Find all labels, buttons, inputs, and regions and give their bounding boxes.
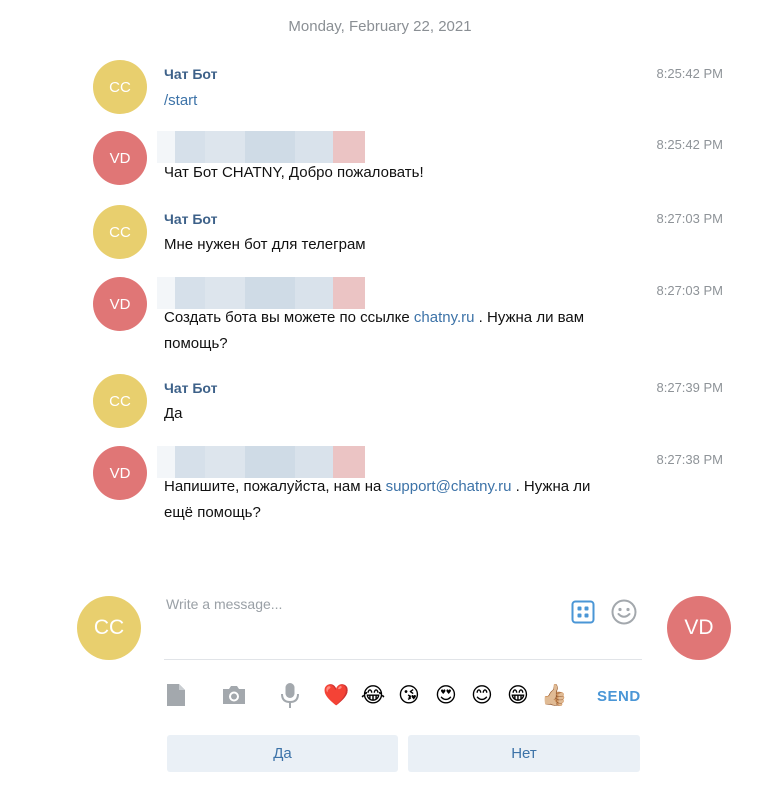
message-text: Мне нужен бот для телеграм: [164, 236, 366, 253]
message-text-part: . Нужна ли: [511, 478, 591, 495]
emoji-tears-of-joy-icon[interactable]: 😂: [360, 682, 386, 708]
message-input[interactable]: [166, 596, 546, 612]
emoji-heart-eyes-icon[interactable]: 😍: [433, 682, 459, 708]
message-time: 8:25:42 PM: [656, 66, 724, 81]
composer-bot-avatar: CC: [77, 596, 141, 660]
message-text: Напишите, пожалуйста, нам на support@cha…: [164, 474, 590, 526]
message-text-part: ещё помощь?: [164, 504, 261, 521]
file-icon: [167, 684, 185, 706]
quick-reply-button[interactable]: Да: [167, 735, 398, 772]
message-link[interactable]: chatny.ru: [414, 309, 475, 326]
message-text: Чат Бот CHATNY, Добро пожаловать!: [164, 164, 424, 181]
avatar: VD: [93, 131, 147, 185]
message-input-area: [164, 592, 642, 660]
microphone-icon: [281, 683, 299, 708]
sender-name[interactable]: Чат Бот: [164, 66, 218, 82]
message-text: /start: [164, 88, 197, 114]
composer-user-avatar: VD: [667, 596, 731, 660]
quick-reply-button[interactable]: Нет: [408, 735, 640, 772]
emoji-heart-icon[interactable]: ❤️: [323, 682, 349, 708]
message-text-part: помощь?: [164, 335, 228, 352]
emoji-thumbs-up-icon[interactable]: 👍🏼: [541, 682, 567, 708]
avatar: CC: [93, 374, 147, 428]
message-time: 8:27:39 PM: [656, 380, 724, 395]
emoji-smiling-icon[interactable]: 😊: [469, 682, 495, 708]
message-time: 8:27:03 PM: [656, 211, 724, 226]
sender-name[interactable]: Чат Бот: [164, 211, 218, 227]
email-link[interactable]: support@chatny.ru: [386, 478, 512, 495]
smiley-icon: [611, 599, 637, 625]
blurred-sender-name: [157, 131, 365, 163]
send-button[interactable]: SEND: [597, 688, 641, 705]
camera-icon: [223, 686, 245, 704]
date-separator: Monday, February 22, 2021: [288, 18, 472, 35]
message-text-part: Создать бота вы можете по ссылке: [164, 309, 414, 326]
keyboard-grid-button[interactable]: [570, 599, 596, 625]
message-text: Да: [164, 405, 183, 422]
voice-record-button[interactable]: [277, 682, 303, 710]
message-text-part: Напишите, пожалуйста, нам на: [164, 478, 386, 495]
message-text-part: . Нужна ли вам: [474, 309, 585, 326]
message-text: Создать бота вы можете по ссылке chatny.…: [164, 305, 584, 357]
message-time: 8:27:03 PM: [656, 283, 724, 298]
avatar: VD: [93, 277, 147, 331]
avatar: CC: [93, 205, 147, 259]
emoji-kiss-icon[interactable]: 😘: [396, 682, 422, 708]
sender-name[interactable]: Чат Бот: [164, 380, 218, 396]
avatar: VD: [93, 446, 147, 500]
avatar: CC: [93, 60, 147, 114]
message-time: 8:27:38 PM: [656, 452, 724, 467]
command-link[interactable]: /start: [164, 92, 197, 109]
attach-file-button[interactable]: [163, 682, 189, 708]
message-time: 8:25:42 PM: [656, 137, 724, 152]
emoji-picker-button[interactable]: [610, 598, 638, 626]
camera-button[interactable]: [221, 682, 247, 708]
keyboard-grid-icon: [571, 600, 595, 624]
emoji-grin-icon[interactable]: 😁: [505, 682, 531, 708]
